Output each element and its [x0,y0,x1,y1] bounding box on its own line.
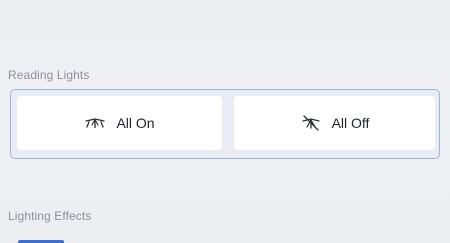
lamp-on-icon [84,115,106,131]
all-off-label: All Off [331,115,370,131]
lighting-panel: Reading Lights All On All Off Lighting E… [0,0,450,243]
all-off-button[interactable]: All Off [234,96,435,150]
all-on-button[interactable]: All On [17,96,222,150]
reading-lights-button-group: All On All Off [10,89,440,159]
reading-lights-label: Reading Lights [8,68,90,82]
lighting-effects-label: Lighting Effects [8,209,92,223]
all-on-label: All On [116,115,155,131]
lamp-off-icon [300,115,322,131]
